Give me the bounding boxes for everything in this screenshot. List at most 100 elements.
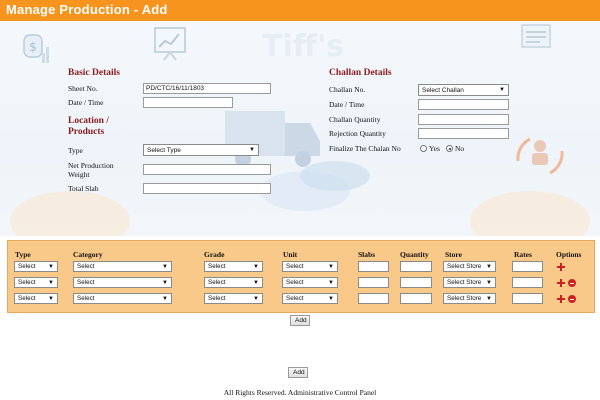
row-2-rates-input[interactable] bbox=[512, 277, 543, 288]
add-row-icon[interactable] bbox=[557, 263, 565, 271]
type-label: Type bbox=[68, 146, 83, 155]
add-row-icon[interactable] bbox=[557, 295, 565, 303]
type-select[interactable]: Select Type ▼ bbox=[143, 144, 259, 156]
date-time-field[interactable] bbox=[143, 97, 233, 108]
dropdown-arrow-icon: ▼ bbox=[48, 296, 54, 302]
title-bar: Manage Production - Add bbox=[0, 0, 600, 21]
remove-row-icon[interactable] bbox=[568, 295, 576, 303]
finalize-no-radio[interactable] bbox=[446, 145, 453, 152]
row-2-quantity-input[interactable] bbox=[400, 277, 432, 288]
add-grid-row-button[interactable]: Add bbox=[290, 315, 310, 326]
row-3-quantity-input[interactable] bbox=[400, 293, 432, 304]
challan-no-select-value: Select Challan bbox=[422, 87, 464, 94]
row-1-type-select[interactable]: Select ▼ bbox=[14, 261, 58, 272]
total-slab-label: Total Slab bbox=[68, 184, 99, 193]
challan-details-heading: Challan Details bbox=[329, 68, 392, 78]
row-3-slabs-input[interactable] bbox=[358, 293, 389, 304]
finalize-yes-radio[interactable] bbox=[420, 145, 427, 152]
dropdown-arrow-icon: ▼ bbox=[328, 296, 334, 302]
dropdown-arrow-icon: ▼ bbox=[48, 280, 54, 286]
submit-add-button[interactable]: Add bbox=[288, 367, 308, 378]
net-production-weight-label: Net Production Weight bbox=[68, 161, 114, 179]
col-header-slabs: Slabs bbox=[358, 250, 376, 259]
footer-text: All Rights Reserved. Administrative Cont… bbox=[223, 388, 377, 397]
dropdown-arrow-icon: ▼ bbox=[48, 264, 54, 270]
row-3-store-select[interactable]: Select Store ▼ bbox=[443, 293, 496, 304]
challan-no-label: Challan No. bbox=[329, 85, 366, 94]
col-header-rates: Rates bbox=[514, 250, 532, 259]
row-1-quantity-input[interactable] bbox=[400, 261, 432, 272]
challan-quantity-field[interactable] bbox=[418, 114, 509, 125]
location-products-heading: Location / Products bbox=[68, 116, 109, 137]
col-header-unit: Unit bbox=[283, 250, 298, 259]
row-2-store-select[interactable]: Select Store ▼ bbox=[443, 277, 496, 288]
row-3-grade-select[interactable]: Select ▼ bbox=[204, 293, 263, 304]
sheet-no-field[interactable]: PD/CTC/16/11/1803 bbox=[143, 83, 271, 94]
select-value: Select bbox=[286, 279, 304, 286]
type-select-value: Select Type bbox=[147, 147, 181, 154]
rejection-quantity-field[interactable] bbox=[418, 128, 509, 139]
select-value: Select Store bbox=[447, 295, 482, 302]
remove-row-icon[interactable] bbox=[568, 279, 576, 287]
svg-text:$: $ bbox=[29, 40, 37, 54]
dropdown-arrow-icon: ▼ bbox=[328, 280, 334, 286]
basic-details-heading: Basic Details bbox=[68, 68, 120, 78]
row-1-unit-select[interactable]: Select ▼ bbox=[282, 261, 338, 272]
document-icon bbox=[521, 24, 551, 48]
select-value: Select bbox=[18, 279, 36, 286]
select-value: Select bbox=[18, 295, 36, 302]
row-3-category-select[interactable]: Select ▼ bbox=[73, 293, 172, 304]
dropdown-arrow-icon: ▼ bbox=[486, 296, 492, 302]
select-value: Select Store bbox=[447, 279, 482, 286]
dropdown-arrow-icon: ▼ bbox=[253, 264, 259, 270]
dropdown-arrow-icon: ▼ bbox=[486, 280, 492, 286]
finalize-no-label: No bbox=[455, 144, 465, 153]
col-header-category: Category bbox=[73, 250, 103, 259]
challan-date-time-field[interactable] bbox=[418, 99, 509, 110]
background-logo-text: Tiff's bbox=[262, 29, 345, 64]
col-header-store: Store bbox=[445, 250, 462, 259]
dropdown-arrow-icon: ▼ bbox=[162, 264, 168, 270]
dropdown-arrow-icon: ▼ bbox=[249, 147, 255, 153]
date-time-label: Date / Time bbox=[68, 98, 104, 107]
dropdown-arrow-icon: ▼ bbox=[486, 264, 492, 270]
dropdown-arrow-icon: ▼ bbox=[162, 296, 168, 302]
select-value: Select bbox=[286, 295, 304, 302]
row-3-rates-input[interactable] bbox=[512, 293, 543, 304]
dropdown-arrow-icon: ▼ bbox=[162, 280, 168, 286]
dropdown-arrow-icon: ▼ bbox=[499, 87, 505, 93]
challan-date-time-label: Date / Time bbox=[329, 100, 365, 109]
col-header-grade: Grade bbox=[204, 250, 225, 259]
sheet-no-label: Sheet No. bbox=[68, 84, 98, 93]
truck-illustration bbox=[225, 111, 320, 167]
row-2-grade-select[interactable]: Select ▼ bbox=[204, 277, 263, 288]
challan-no-select[interactable]: Select Challan ▼ bbox=[418, 84, 509, 96]
total-slab-field[interactable] bbox=[143, 183, 271, 194]
row-2-slabs-input[interactable] bbox=[358, 277, 389, 288]
row-1-slabs-input[interactable] bbox=[358, 261, 389, 272]
net-production-weight-field[interactable] bbox=[143, 164, 271, 175]
page-title: Manage Production - Add bbox=[6, 2, 168, 17]
col-header-quantity: Quantity bbox=[400, 250, 429, 259]
row-3-unit-select[interactable]: Select ▼ bbox=[282, 293, 338, 304]
finalize-chalan-label: Finalize The Chalan No bbox=[329, 144, 401, 153]
row-2-type-select[interactable]: Select ▼ bbox=[14, 277, 58, 288]
row-1-grade-select[interactable]: Select ▼ bbox=[204, 261, 263, 272]
row-3-type-select[interactable]: Select ▼ bbox=[14, 293, 58, 304]
select-value: Select bbox=[18, 263, 36, 270]
row-2-category-select[interactable]: Select ▼ bbox=[73, 277, 172, 288]
row-2-unit-select[interactable]: Select ▼ bbox=[282, 277, 338, 288]
people-cycle-icon bbox=[516, 137, 564, 175]
select-value: Select bbox=[77, 279, 95, 286]
select-value: Select bbox=[77, 295, 95, 302]
select-value: Select bbox=[208, 295, 226, 302]
select-value: Select bbox=[286, 263, 304, 270]
dropdown-arrow-icon: ▼ bbox=[253, 280, 259, 286]
row-1-rates-input[interactable] bbox=[512, 261, 543, 272]
row-1-store-select[interactable]: Select Store ▼ bbox=[443, 261, 496, 272]
rejection-quantity-label: Rejection Quantity bbox=[329, 129, 386, 138]
row-1-category-select[interactable]: Select ▼ bbox=[73, 261, 172, 272]
chart-board-icon bbox=[154, 27, 186, 61]
add-row-icon[interactable] bbox=[557, 279, 565, 287]
dollar-bag-icon: $ bbox=[23, 34, 49, 63]
